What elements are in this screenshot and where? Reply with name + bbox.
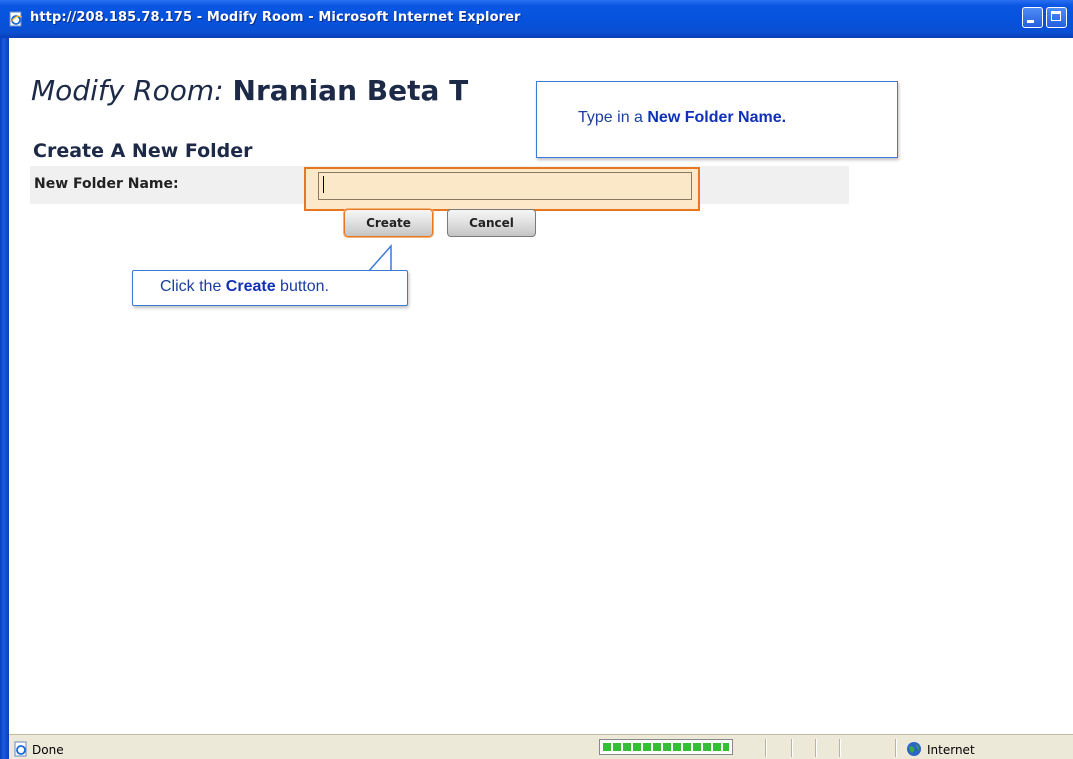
callout-type-folder-name: Type in a New Folder Name. [536, 81, 898, 158]
status-divider [815, 739, 817, 757]
page-content: Modify Room: Nranian Beta T Create A New… [9, 38, 1073, 734]
new-folder-name-input[interactable] [318, 172, 692, 200]
ie-page-icon [14, 741, 27, 757]
text-caret [323, 176, 324, 193]
window-title: http://208.185.78.175 - Modify Room - Mi… [30, 10, 521, 25]
status-divider [791, 739, 793, 757]
status-text: Done [32, 743, 64, 757]
callout-click-create: Click the Create button. [132, 270, 408, 306]
page-title-prefix: Modify Room: [31, 74, 224, 107]
status-divider [765, 739, 767, 757]
minimize-icon [1027, 20, 1034, 23]
browser-window: http://208.185.78.175 - Modify Room - Mi… [0, 0, 1073, 759]
cancel-button[interactable]: Cancel [447, 209, 536, 237]
section-title: Create A New Folder [33, 140, 253, 162]
callout-click-suffix: button. [275, 278, 329, 295]
status-bar: Done Internet [9, 734, 1073, 759]
window-border [0, 38, 9, 759]
callout-type-text: Type in a [578, 109, 648, 126]
progress-bar [599, 739, 733, 755]
ie-page-icon [9, 11, 23, 27]
callout-type-emphasis: New Folder Name. [647, 109, 787, 126]
callout-click-emphasis: Create [225, 278, 276, 295]
room-name: Nranian Beta T [232, 74, 469, 107]
progress-fill [603, 743, 729, 751]
callout-click-text: Click the [160, 278, 226, 295]
create-button[interactable]: Create [344, 209, 433, 237]
maximize-button[interactable] [1046, 7, 1067, 28]
new-folder-name-label: New Folder Name: [34, 176, 179, 192]
minimize-button[interactable] [1022, 7, 1043, 28]
security-zone-text: Internet [927, 743, 975, 757]
maximize-icon [1051, 11, 1061, 21]
page-title: Modify Room: Nranian Beta T [31, 74, 468, 107]
status-divider [839, 739, 841, 757]
title-bar[interactable]: http://208.185.78.175 - Modify Room - Mi… [0, 0, 1073, 38]
status-divider [895, 739, 897, 757]
globe-icon [907, 742, 921, 756]
